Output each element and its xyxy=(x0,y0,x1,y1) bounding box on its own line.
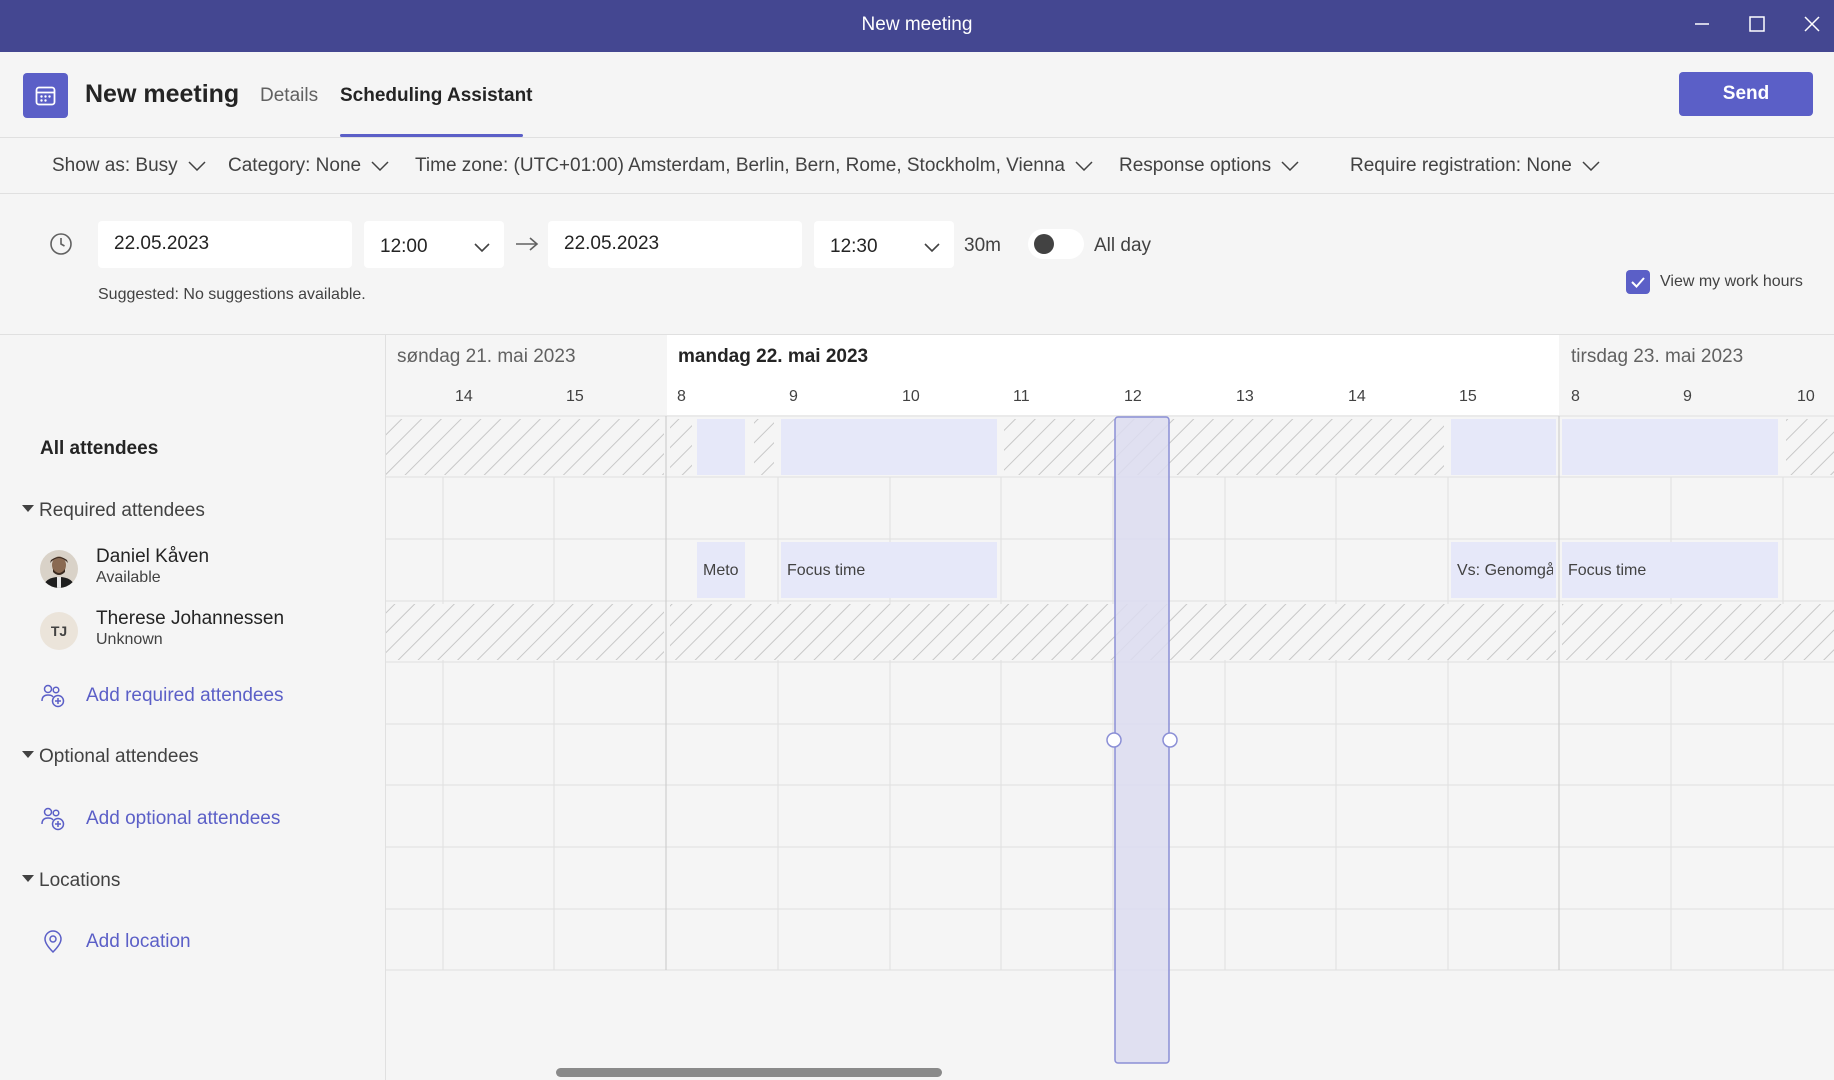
all-attendees-label: All attendees xyxy=(40,438,159,459)
response-options-dropdown[interactable]: Response options xyxy=(1119,155,1299,177)
maximize-icon xyxy=(1749,16,1765,32)
end-time-dropdown[interactable]: 12:30 xyxy=(814,221,954,268)
unavailable-block xyxy=(670,419,692,475)
therese-schedule-row xyxy=(386,604,1834,660)
busy-block xyxy=(1451,419,1556,475)
minimize-button[interactable] xyxy=(1682,6,1722,46)
collapse-triangle-icon xyxy=(22,505,34,513)
horizontal-scrollbar[interactable] xyxy=(556,1068,942,1077)
checkmark-icon xyxy=(1631,277,1645,288)
close-button[interactable] xyxy=(1792,6,1832,46)
attendee-status: Unknown xyxy=(96,631,163,648)
close-icon xyxy=(1804,16,1820,32)
avatar xyxy=(40,550,78,588)
unknown-block xyxy=(1562,604,1834,660)
tab-details[interactable]: Details xyxy=(260,85,318,107)
schedule-grid[interactable] xyxy=(386,335,1834,1080)
options-bar: Show as: Busy Category: None Time zone: … xyxy=(0,138,1834,194)
attendee-name: Therese Johannessen xyxy=(96,608,285,629)
chevron-down-icon xyxy=(1582,155,1600,177)
view-work-hours-checkbox[interactable] xyxy=(1626,270,1650,294)
category-label: Category: None xyxy=(228,155,362,177)
busy-block xyxy=(1562,419,1778,475)
chevron-down-icon xyxy=(371,155,389,177)
event-title: Vs: Genomgå xyxy=(1457,562,1553,579)
suggestions-text: Suggested: No suggestions available. xyxy=(98,286,366,303)
end-date-input[interactable]: 22.05.2023 xyxy=(548,221,802,268)
busy-block xyxy=(697,419,745,475)
unavailable-block xyxy=(754,419,774,475)
window-title: New meeting xyxy=(861,14,973,35)
tab-scheduling-assistant[interactable]: Scheduling Assistant xyxy=(340,85,533,107)
start-time-value: 12:00 xyxy=(380,236,428,257)
add-person-icon xyxy=(40,683,66,715)
event-title: Meto xyxy=(703,562,739,579)
view-work-hours-label: View my work hours xyxy=(1660,273,1803,290)
all-day-label: All day xyxy=(1094,235,1152,256)
unavailable-block xyxy=(1004,419,1444,475)
page-title: New meeting xyxy=(85,80,240,108)
busy-block xyxy=(781,419,997,475)
all-day-toggle[interactable] xyxy=(1028,229,1084,259)
collapse-triangle-icon xyxy=(22,875,34,883)
resize-handle-start[interactable] xyxy=(1106,732,1122,748)
active-tab-indicator xyxy=(340,134,523,137)
toggle-knob xyxy=(1034,234,1054,254)
add-optional-attendees-label: Add optional attendees xyxy=(86,808,281,829)
selected-time-slot[interactable] xyxy=(1114,416,1170,1064)
chevron-down-icon xyxy=(1075,155,1093,177)
column-lines xyxy=(442,416,1784,970)
location-pin-icon xyxy=(40,929,66,961)
category-dropdown[interactable]: Category: None xyxy=(228,155,389,177)
duration-label: 30m xyxy=(964,235,1001,256)
attendee-status: Available xyxy=(96,569,161,586)
chevron-down-icon xyxy=(474,237,490,259)
required-attendees-label: Required attendees xyxy=(39,500,205,521)
add-person-icon xyxy=(40,806,66,838)
show-as-dropdown[interactable]: Show as: Busy xyxy=(52,155,206,177)
send-button[interactable]: Send xyxy=(1679,72,1813,116)
unknown-block xyxy=(386,604,664,660)
event-title: Focus time xyxy=(1568,562,1647,579)
chevron-down-icon xyxy=(1281,155,1299,177)
unavailable-block xyxy=(1786,419,1834,475)
start-date-input[interactable]: 22.05.2023 xyxy=(98,221,352,268)
collapse-triangle-icon xyxy=(22,751,34,759)
add-required-attendees-label: Add required attendees xyxy=(86,685,284,706)
minimize-icon xyxy=(1695,23,1709,25)
avatar: TJ xyxy=(40,612,78,650)
chevron-down-icon xyxy=(924,237,940,259)
time-zone-dropdown[interactable]: Time zone: (UTC+01:00) Amsterdam, Berlin… xyxy=(415,155,1093,177)
end-time-value: 12:30 xyxy=(830,236,878,257)
title-bar: New meeting xyxy=(0,0,1834,52)
event-title: Focus time xyxy=(787,562,866,579)
resize-handle-end[interactable] xyxy=(1162,732,1178,748)
registration-dropdown[interactable]: Require registration: None xyxy=(1350,155,1600,177)
clock-icon xyxy=(49,232,73,261)
required-attendees-section[interactable]: Required attendees xyxy=(22,500,205,522)
locations-label: Locations xyxy=(39,870,121,891)
time-zone-label: Time zone: (UTC+01:00) Amsterdam, Berlin… xyxy=(415,155,1065,177)
registration-label: Require registration: None xyxy=(1350,155,1572,177)
maximize-button[interactable] xyxy=(1737,6,1777,46)
arrow-right-icon xyxy=(514,234,540,259)
add-location-label: Add location xyxy=(86,931,191,952)
meeting-header: New meeting Details Scheduling Assistant… xyxy=(0,52,1834,138)
optional-attendees-label: Optional attendees xyxy=(39,746,199,767)
start-time-dropdown[interactable]: 12:00 xyxy=(364,221,504,268)
all-attendees-row xyxy=(386,419,1834,475)
calendar-icon xyxy=(23,73,68,118)
attendee-name: Daniel Kåven xyxy=(96,546,210,567)
unavailable-block xyxy=(386,419,664,475)
unknown-block xyxy=(670,604,1556,660)
response-options-label: Response options xyxy=(1119,155,1272,177)
locations-section[interactable]: Locations xyxy=(22,870,120,892)
optional-attendees-section[interactable]: Optional attendees xyxy=(22,746,199,768)
show-as-label: Show as: Busy xyxy=(52,155,178,177)
chevron-down-icon xyxy=(188,155,206,177)
